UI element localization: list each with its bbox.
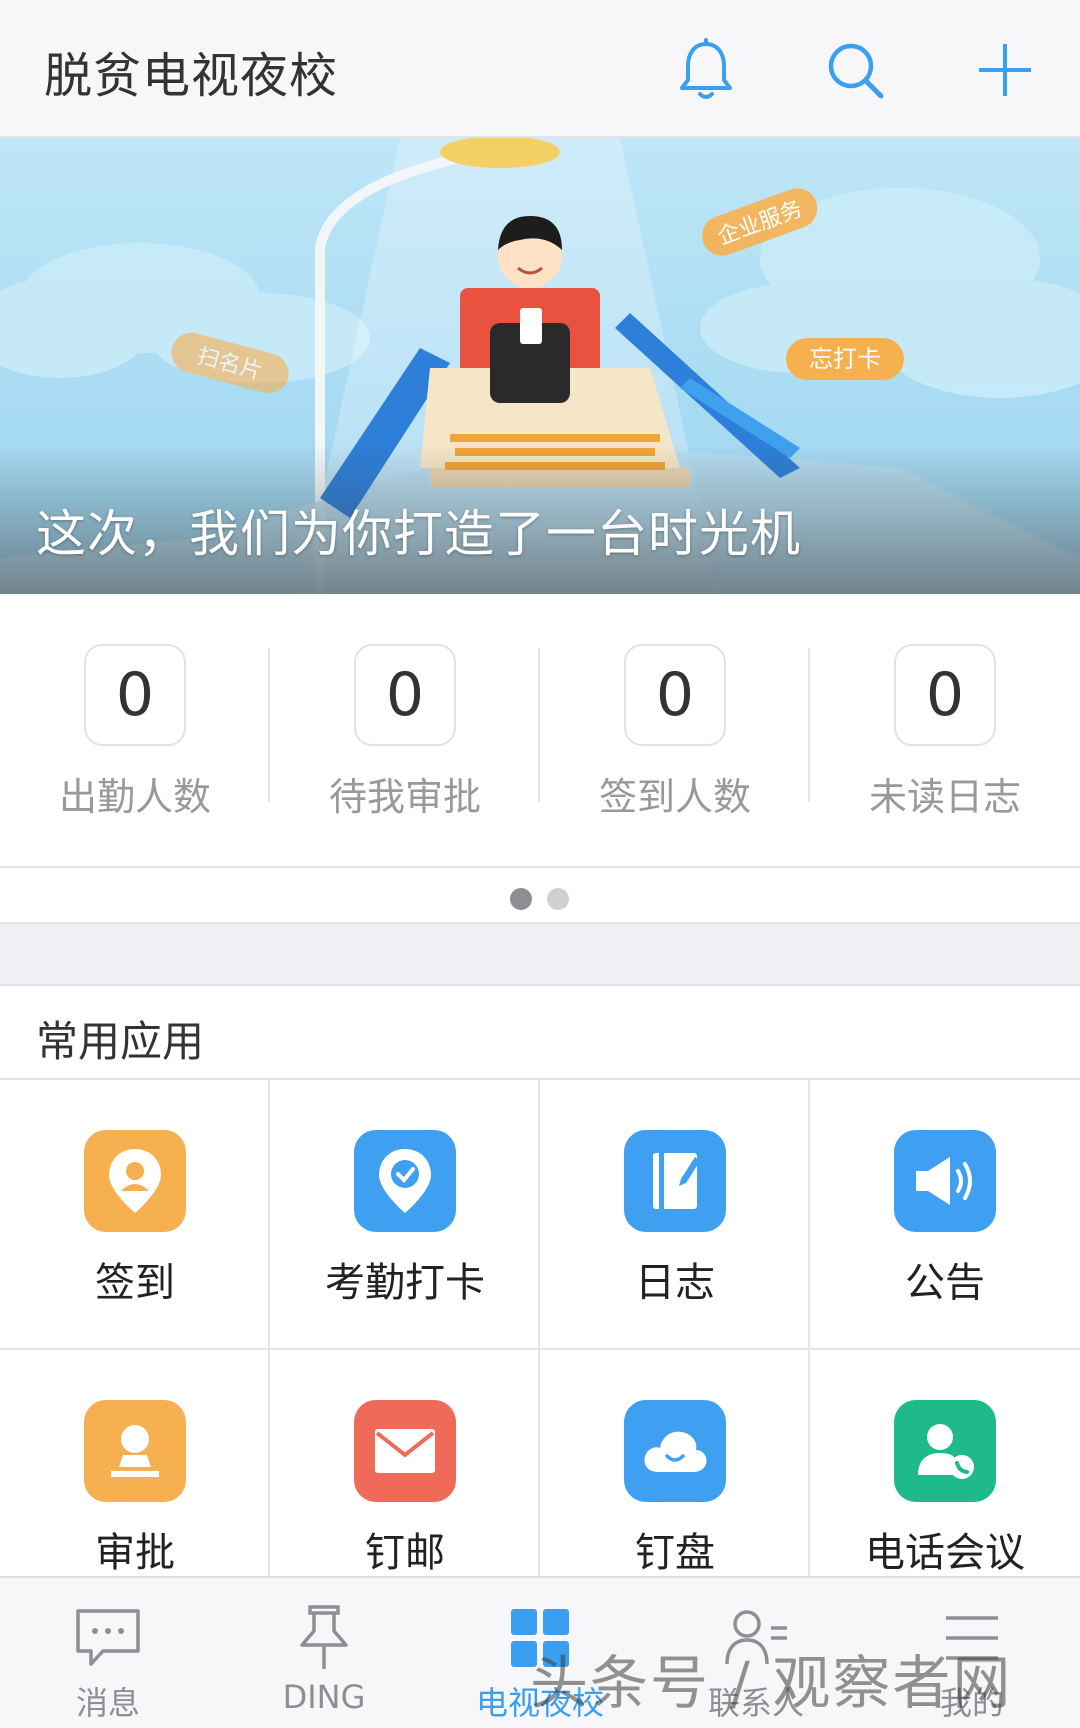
page-dot[interactable] (547, 888, 569, 910)
stat-label: 出勤人数 (58, 775, 211, 819)
pin-icon (284, 1598, 364, 1678)
section-title: 常用应用 (36, 1017, 205, 1066)
banner-tag-punch: 忘打卡 (809, 345, 881, 373)
tab-ding[interactable]: DING (216, 1578, 432, 1728)
page-indicator (0, 866, 1080, 924)
apps-grid: 签到 考勤打卡 日志 公告 审批 钉邮 钉盘 电话会议 (0, 1080, 1080, 1620)
tab-messages[interactable]: 消息 (0, 1578, 216, 1728)
stat-checkin[interactable]: 0 签到人数 (540, 594, 810, 866)
app-label: 签到 (95, 1260, 175, 1306)
stat-label: 未读日志 (868, 775, 1021, 819)
chat-icon (68, 1598, 148, 1678)
stat-pending-approval[interactable]: 0 待我审批 (270, 594, 540, 866)
tab-label: 消息 (75, 1684, 140, 1722)
add-button[interactable] (965, 30, 1045, 110)
search-button[interactable] (815, 30, 895, 110)
cloud-icon (624, 1400, 726, 1502)
app-label: 钉盘 (635, 1530, 715, 1576)
bell-icon (680, 38, 732, 99)
stat-attendance[interactable]: 0 出勤人数 (0, 594, 270, 866)
notification-button[interactable] (666, 30, 746, 110)
apps-section-header: 常用应用 (0, 984, 1080, 1080)
banner-caption: 这次，我们为你打造了一台时光机 (36, 505, 801, 563)
app-checkin[interactable]: 签到 (0, 1080, 270, 1350)
stats-panel: 0 出勤人数 0 待我审批 0 签到人数 0 未读日志 (0, 594, 1080, 866)
watermark-text: 头条号 / 观察者网 (530, 1649, 1013, 1717)
megaphone-icon (894, 1130, 996, 1232)
location-check-icon (354, 1130, 456, 1232)
page-dot-active[interactable] (510, 888, 532, 910)
app-root: 脱贫电视夜校 企业服务 忘打卡 扫名片 这次，我们为你打造了一台时光机 0 出勤… (0, 0, 1080, 1728)
stat-label: 待我审批 (328, 775, 481, 819)
stat-value: 0 (624, 644, 726, 746)
tab-label: DING (282, 1678, 366, 1716)
stat-unread-logs[interactable]: 0 未读日志 (810, 594, 1080, 866)
approval-stamp-icon (84, 1400, 186, 1502)
page-title: 脱贫电视夜校 (44, 48, 339, 104)
app-announcement[interactable]: 公告 (810, 1080, 1080, 1350)
mail-icon (354, 1400, 456, 1502)
phone-contact-icon (894, 1400, 996, 1502)
top-bar: 脱贫电视夜校 (0, 0, 1080, 138)
app-label: 日志 (635, 1260, 715, 1306)
app-label: 公告 (905, 1260, 985, 1306)
app-label: 考勤打卡 (325, 1260, 485, 1306)
app-label: 钉邮 (365, 1530, 445, 1576)
location-person-icon (84, 1130, 186, 1232)
notebook-icon (624, 1130, 726, 1232)
app-label: 审批 (95, 1530, 175, 1576)
app-attendance[interactable]: 考勤打卡 (270, 1080, 540, 1350)
app-label: 电话会议 (865, 1530, 1025, 1576)
app-log[interactable]: 日志 (540, 1080, 810, 1350)
promo-banner[interactable]: 企业服务 忘打卡 扫名片 这次，我们为你打造了一台时光机 (0, 138, 1080, 594)
plus-icon (979, 44, 1031, 96)
stat-value: 0 (354, 644, 456, 746)
stat-value: 0 (84, 644, 186, 746)
stat-label: 签到人数 (598, 775, 751, 819)
search-icon (828, 43, 884, 99)
stat-value: 0 (894, 644, 996, 746)
